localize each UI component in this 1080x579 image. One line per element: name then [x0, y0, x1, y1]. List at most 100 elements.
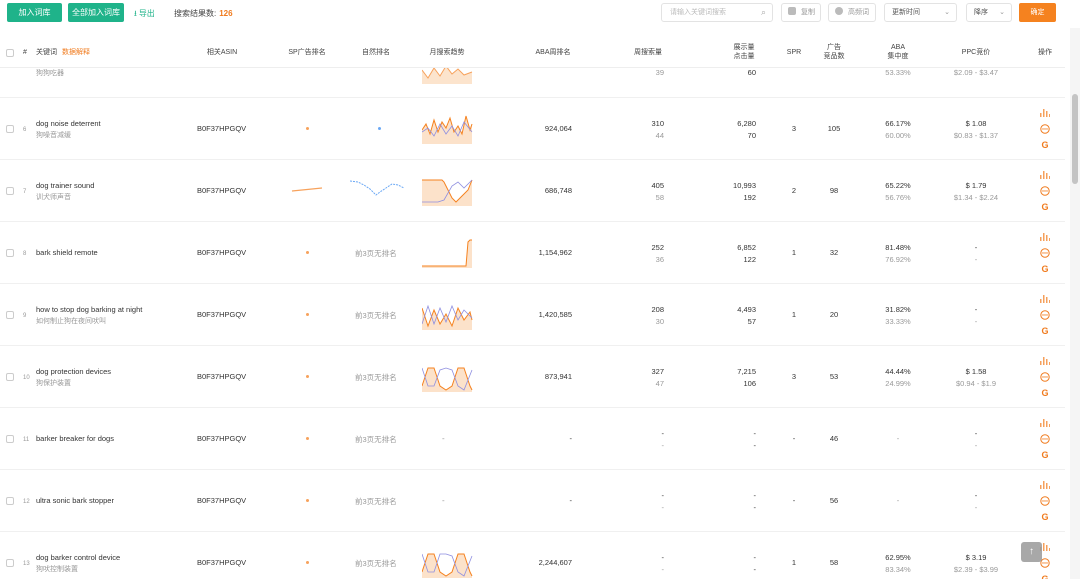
- google-search-icon[interactable]: G: [1039, 574, 1051, 579]
- asin-link[interactable]: B0F37HPGQV: [197, 248, 249, 257]
- row-checkbox[interactable]: [6, 559, 14, 567]
- more-options-icon[interactable]: [1039, 186, 1051, 197]
- more-options-icon[interactable]: [1039, 434, 1051, 445]
- weekly-search-secondary: 30: [655, 317, 664, 326]
- google-search-icon[interactable]: G: [1039, 512, 1051, 523]
- asin-link[interactable]: B0F37HPGQV: [197, 310, 249, 319]
- asin-link[interactable]: B0F37HPGQV: [197, 434, 249, 443]
- row-actions: G: [1039, 294, 1051, 342]
- sort-field-select[interactable]: 更新时间 ⌄: [884, 3, 957, 22]
- trend-sparkline: [422, 304, 473, 330]
- click-count: 106: [743, 379, 756, 388]
- toolbar: 加入词库 全部加入词库 ⭳ 导出 搜索结果数: 126 请输入关键词搜索 ⌕ 复制 高…: [0, 0, 1080, 28]
- weekly-search-secondary: 47: [655, 379, 664, 388]
- row-checkbox[interactable]: [6, 497, 14, 505]
- keyword-text[interactable]: how to stop dog barking at night: [36, 305, 142, 314]
- ppc-bid: $ 1.79: [965, 181, 987, 190]
- data-explanation-link[interactable]: 数据解释: [62, 49, 90, 56]
- search-icon[interactable]: ⌕: [761, 4, 766, 21]
- weekly-search-volume: 208: [651, 305, 664, 314]
- natural-rank-text: 前3页无排名: [355, 249, 397, 258]
- click-count: -: [753, 503, 757, 512]
- vertical-scrollbar[interactable]: [1070, 0, 1080, 579]
- col-display-click: 展示量 点击量: [730, 43, 758, 61]
- keyword-text[interactable]: dog noise deterrent: [36, 119, 101, 128]
- bar-chart-icon[interactable]: [1039, 356, 1051, 367]
- display-count: 6,280: [737, 119, 756, 128]
- back-to-top-button[interactable]: ↑: [1021, 542, 1042, 562]
- asin-link[interactable]: B0F37HPGQV: [197, 186, 249, 195]
- add-all-to-library-button[interactable]: 全部加入词库: [68, 3, 124, 22]
- bar-chart-icon[interactable]: [1039, 170, 1051, 181]
- more-options-icon[interactable]: [1039, 496, 1051, 507]
- col-actions: 操作: [1038, 49, 1052, 56]
- row-checkbox[interactable]: [6, 435, 14, 443]
- chevron-down-icon: ⌄: [999, 9, 1005, 16]
- row-actions: G: [1039, 68, 1051, 72]
- row-checkbox[interactable]: [6, 249, 14, 257]
- table-row: 6 dog noise deterrent 狗噪音减缓 B0F37HPGQV 924,0…: [0, 98, 1065, 160]
- keyword-text[interactable]: dog trainer sound: [36, 181, 94, 190]
- keyword-text[interactable]: barker breaker for dogs: [36, 434, 114, 443]
- ad-products-count: 32: [829, 248, 839, 257]
- click-count: 60: [747, 68, 756, 77]
- google-search-icon[interactable]: G: [1039, 388, 1051, 399]
- ppc-bid: -: [974, 243, 978, 252]
- table-row: 7 dog trainer sound 训犬师声音 B0F37HPGQV 686,748…: [0, 160, 1065, 222]
- pie-chart-icon: [835, 7, 843, 15]
- row-index: 10: [23, 375, 30, 381]
- row-checkbox[interactable]: [6, 187, 14, 195]
- weekly-search-secondary: -: [661, 565, 665, 574]
- weekly-search-secondary: 36: [655, 255, 664, 264]
- high-freq-words-button[interactable]: 高频词: [828, 3, 876, 22]
- google-search-icon[interactable]: G: [1039, 264, 1051, 275]
- google-search-icon[interactable]: G: [1039, 450, 1051, 461]
- bar-chart-icon[interactable]: [1039, 418, 1051, 429]
- ad-products-count: 58: [829, 558, 839, 567]
- select-all-checkbox[interactable]: [6, 49, 14, 57]
- asin-link[interactable]: B0F37HPGQV: [197, 558, 249, 567]
- scrollbar-thumb[interactable]: [1072, 94, 1078, 184]
- asin-link[interactable]: B0F37HPGQV: [197, 124, 249, 133]
- keyword-text[interactable]: dog protection devices: [36, 367, 111, 376]
- asin-link[interactable]: B0F37HPGQV: [197, 372, 249, 381]
- copy-button[interactable]: 复制: [781, 3, 821, 22]
- sort-order-select[interactable]: 降序 ⌄: [966, 3, 1012, 22]
- search-input[interactable]: 请输入关键词搜索 ⌕: [661, 3, 773, 22]
- ad-products-count: 105: [827, 124, 841, 133]
- weekly-search-secondary: 58: [655, 193, 664, 202]
- row-checkbox[interactable]: [6, 373, 14, 381]
- google-search-icon[interactable]: G: [1039, 140, 1051, 151]
- keyword-text[interactable]: bark shield remote: [36, 248, 98, 257]
- bar-chart-icon[interactable]: [1039, 294, 1051, 305]
- col-aba-concentration: ABA 集中度: [884, 43, 912, 61]
- trend-sparkline: [422, 179, 473, 206]
- export-button[interactable]: ⭳ 导出: [134, 8, 155, 22]
- click-count: -: [753, 441, 757, 450]
- more-options-icon[interactable]: [1039, 372, 1051, 383]
- asin-link[interactable]: B0F37HPGQV: [197, 496, 249, 505]
- keyword-text[interactable]: ultra sonic bark stopper: [36, 496, 114, 505]
- more-options-icon[interactable]: [1039, 248, 1051, 259]
- spr-value: 1: [791, 310, 797, 319]
- row-checkbox[interactable]: [6, 125, 14, 133]
- add-to-library-button[interactable]: 加入词库: [7, 3, 62, 22]
- bar-chart-icon[interactable]: [1039, 232, 1051, 243]
- ppc-range: $2.09 - $3.47: [953, 68, 999, 77]
- table-body: 狗狗吃器 39 60 53.33% $2.09 - $3.47 G 6dog n…: [0, 68, 1065, 579]
- confirm-button[interactable]: 确定: [1019, 3, 1056, 22]
- more-options-icon[interactable]: [1039, 124, 1051, 135]
- row-checkbox[interactable]: [6, 311, 14, 319]
- search-placeholder: 请输入关键词搜索: [670, 9, 726, 16]
- ppc-bid: -: [974, 429, 978, 438]
- bar-chart-icon[interactable]: [1039, 480, 1051, 491]
- google-search-icon[interactable]: G: [1039, 326, 1051, 337]
- click-count: 122: [743, 255, 756, 264]
- google-search-icon[interactable]: G: [1039, 202, 1051, 213]
- keyword-text[interactable]: dog barker control device: [36, 553, 120, 562]
- ad-products-count: 20: [829, 310, 839, 319]
- bar-chart-icon[interactable]: [1039, 108, 1051, 119]
- more-options-icon[interactable]: [1039, 310, 1051, 321]
- ppc-bid: -: [974, 491, 978, 500]
- ppc-range: -: [974, 255, 978, 264]
